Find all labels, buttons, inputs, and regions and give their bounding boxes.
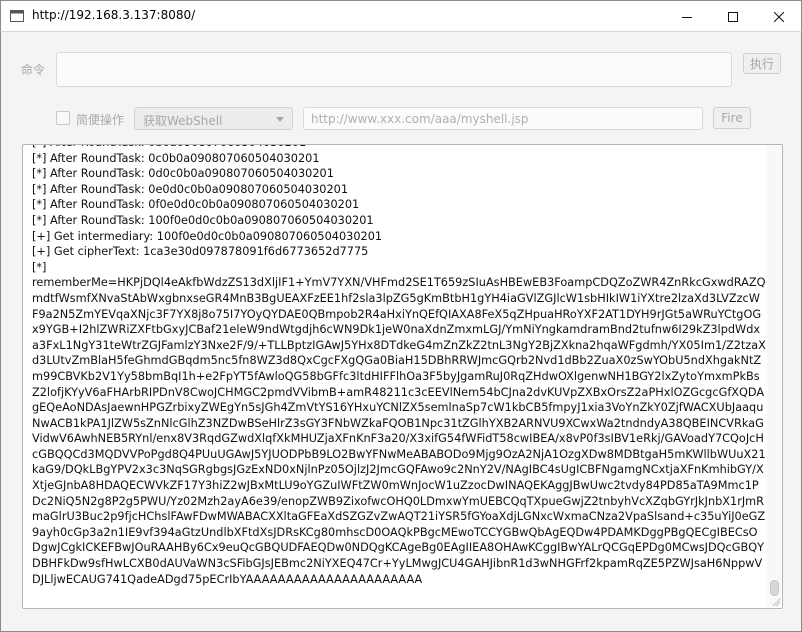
webshell-select[interactable]: 获取WebShell	[134, 107, 293, 130]
chevron-down-icon	[276, 117, 284, 122]
output-line: [*] After RoundTask: 0c0b0a0908070605040…	[32, 151, 320, 165]
fire-button[interactable]: Fire	[713, 107, 751, 129]
close-icon	[774, 11, 784, 22]
easy-mode-checkbox[interactable]	[56, 111, 70, 125]
command-label: 命令	[21, 63, 46, 77]
scrollbar-thumb[interactable]	[770, 580, 779, 596]
vertical-scrollbar[interactable]	[767, 146, 781, 607]
output-line: [*] After RoundTask: 0f0e0d0c0b0a0908070…	[32, 198, 360, 212]
output-textarea[interactable]: [*] After RoundTask: 0b0a090807060504030…	[22, 144, 783, 609]
output-line: [*] After RoundTask: 0e0d0c0b0a090807060…	[32, 182, 349, 196]
output-line: rememberMe=HKPjDQl4eAkfbWdzZS13dXljIF1+Y…	[32, 276, 766, 586]
resize-grip-icon	[772, 598, 780, 606]
close-button[interactable]	[756, 1, 802, 32]
output-line: [*] After RoundTask: 100f0e0d0c0b0a09080…	[32, 213, 374, 227]
minimize-button[interactable]	[664, 1, 710, 32]
output-line: [+] Get cipherText: 1ca3e30d097878091f6d…	[32, 245, 369, 259]
window-app-icon	[10, 10, 24, 22]
execute-button[interactable]: 执行	[743, 53, 781, 74]
output-line: [*] After RoundTask: 0d0c0b0a09080706050…	[32, 167, 334, 181]
output-line: [+] Get intermediary: 100f0e0d0c0b0a0908…	[32, 229, 383, 243]
output-line: [*] After RoundTask: 0b0a090807060504030…	[32, 145, 766, 151]
command-input[interactable]	[56, 52, 732, 87]
maximize-button[interactable]	[710, 1, 756, 32]
window-title: http://192.168.3.137:8080/	[32, 8, 196, 22]
output-log: [*] After RoundTask: 0b0a090807060504030…	[32, 145, 766, 587]
output-line: [*]	[32, 260, 47, 274]
shell-url-input[interactable]	[303, 107, 703, 130]
main-panel: 命令 执行 简便操作 获取WebShell Fire [*] After Rou…	[0, 31, 802, 632]
title-bar[interactable]: http://192.168.3.137:8080/	[0, 0, 802, 31]
maximize-icon	[728, 11, 738, 22]
minimize-icon	[682, 16, 692, 18]
easy-mode-label: 简便操作	[76, 113, 125, 127]
webshell-select-value: 获取WebShell	[143, 114, 223, 128]
